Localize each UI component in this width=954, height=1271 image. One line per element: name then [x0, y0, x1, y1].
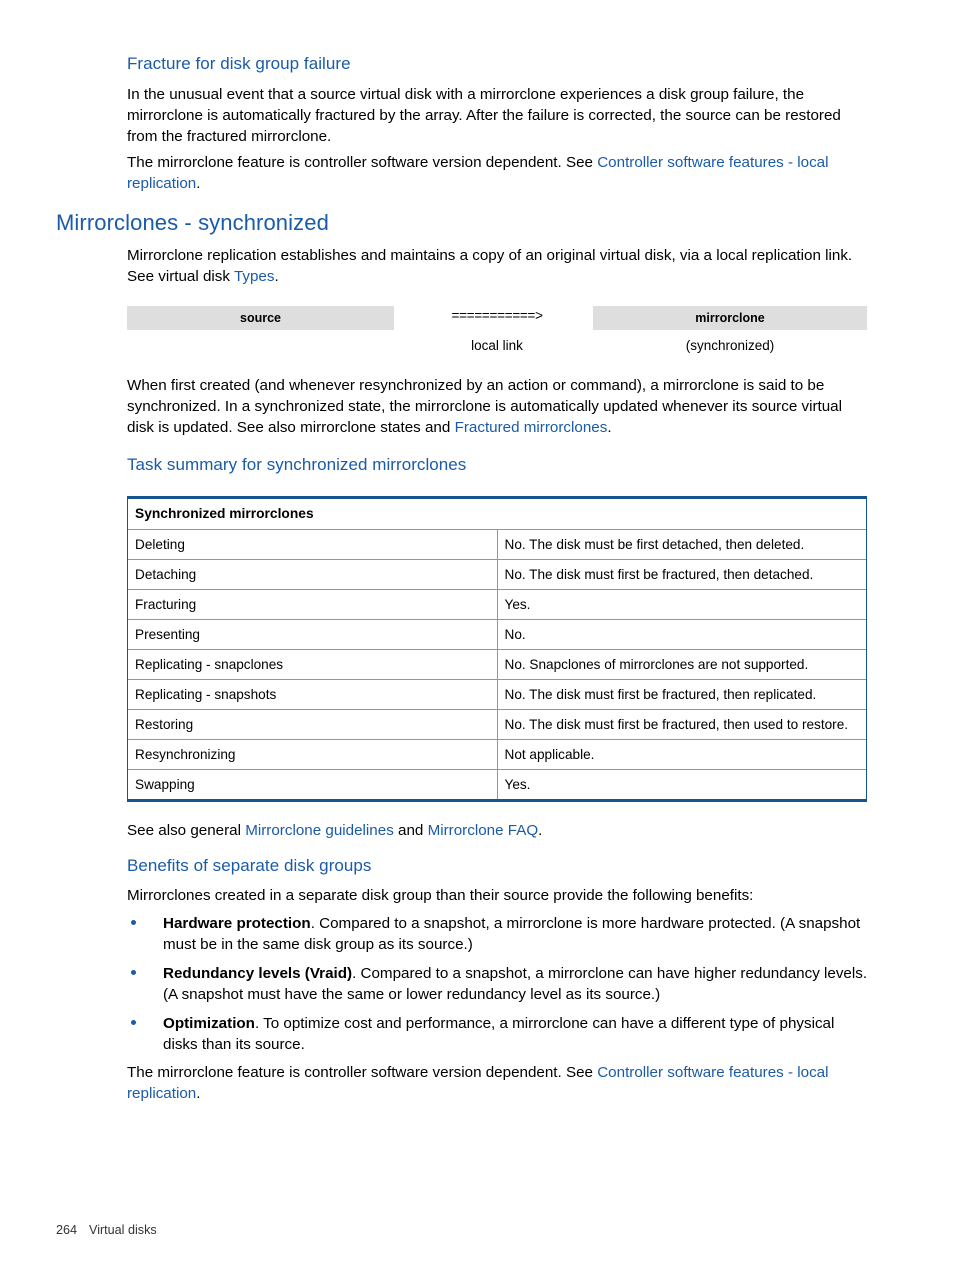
heading-benefits-of-separate-disk-groups: Benefits of separate disk groups — [127, 856, 372, 875]
paragraph-fracture-controller-note: The mirrorclone feature is controller so… — [127, 152, 869, 194]
page-footer: 264 Virtual disks — [56, 1223, 157, 1237]
table-cell-task: Replicating - snapshots — [128, 679, 498, 710]
bullet-dot-icon — [131, 970, 136, 975]
table-cell-task: Detaching — [128, 559, 498, 590]
paragraph-benefits-intro-text: Mirrorclones created in a separate disk … — [127, 887, 754, 904]
paragraph-text-lead: The mirrorclone feature is controller so… — [127, 154, 598, 171]
paragraph-text-trail: . — [196, 175, 201, 192]
table-task-summary: Synchronized mirrorclones Deleting No. Th… — [128, 499, 866, 799]
list-item-term: Hardware protection — [163, 915, 311, 932]
table-row: Replicating - snapshots No. The disk must… — [128, 679, 866, 710]
table-cell-result: No. The disk must first be fractured, th… — [497, 559, 866, 590]
list-item-term: Redundancy levels (Vraid) — [163, 965, 353, 982]
table-row: Deleting No. The disk must be first detac… — [128, 529, 866, 560]
paragraph-text-trail: . — [538, 822, 543, 839]
table-cell-result: Yes. — [497, 589, 866, 620]
paragraph-benefits-controller-note: The mirrorclone feature is controller so… — [127, 1062, 869, 1104]
table-cell-task: Swapping — [128, 769, 498, 799]
paragraph-text-lead: The mirrorclone feature is controller so… — [127, 1064, 598, 1081]
table-task-summary-wrapper: Synchronized mirrorclones Deleting No. Th… — [127, 496, 867, 802]
link-mirrorclone-guidelines[interactable]: Mirrorclone guidelines — [245, 822, 394, 839]
list-item: Optimization. To optimize cost and perfo… — [127, 1013, 869, 1055]
table-cell-task: Fracturing — [128, 589, 498, 620]
link-fractured-mirrorclones[interactable]: Fractured mirrorclones — [455, 419, 608, 436]
table-row: Presenting No. — [128, 619, 866, 650]
list-item-text: . To optimize cost and performance, a mi… — [163, 1015, 835, 1053]
paragraph-text-mid: and — [393, 822, 428, 839]
table-cell-result: Yes. — [504, 776, 531, 792]
table-cell-task: Presenting — [128, 619, 498, 650]
heading-fracture-for-disk-group-failure: Fracture for disk group failure — [127, 54, 351, 73]
table-header-synchronized-mirrorclones: Synchronized mirrorclones — [128, 499, 866, 530]
table-cell-result: No. The disk must first be fractured, th… — [497, 679, 866, 710]
table-row: Swapping Yes. — [128, 769, 866, 799]
table-header-row: Synchronized mirrorclones — [128, 499, 866, 530]
heading-mirrorclones-synchronized: Mirrorclones - synchronized — [56, 210, 329, 235]
paragraph-fracture-description: In the unusual event that a source virtu… — [127, 84, 869, 147]
table-cell-task: Restoring — [128, 709, 498, 740]
bullet-dot-icon — [131, 1020, 136, 1025]
paragraph-text-trail: . — [274, 268, 279, 285]
table-cell-result: No. — [497, 619, 866, 650]
list-item: Redundancy levels (Vraid). Compared to a… — [127, 963, 869, 1005]
table-row: Resynchronizing Not applicable. — [128, 739, 866, 770]
paragraph-fracture-text: In the unusual event that a source virtu… — [127, 86, 841, 145]
table-cell-result: No. Snapclones of mirrorclones are not s… — [497, 649, 866, 680]
paragraph-text-trail: . — [196, 1085, 201, 1102]
paragraph-text-lead: See also general — [127, 822, 246, 839]
diagram-box-mirrorclone: mirrorclone — [593, 306, 867, 330]
table-row: Detaching No. The disk must first be frac… — [128, 559, 866, 590]
list-item: Hardware protection. Compared to a snaps… — [127, 913, 869, 955]
footer-page-number: 264 — [56, 1223, 78, 1237]
link-types[interactable]: Types — [234, 268, 275, 285]
table-cell-result: Not applicable. — [497, 739, 866, 770]
bullet-dot-icon — [131, 920, 136, 925]
table-cell-task: Resynchronizing — [128, 739, 498, 770]
diagram-box-source: source — [127, 306, 394, 330]
table-body: Synchronized mirrorclones — [128, 499, 866, 530]
table-cell-task: Replicating - snapclones — [128, 649, 498, 680]
table-cell-task: Deleting — [128, 529, 498, 560]
link-mirrorclone-faq[interactable]: Mirrorclone FAQ — [428, 822, 539, 839]
diagram-caption-local-link: local link — [471, 338, 523, 353]
paragraph-synchronized-description: When first created (and whenever resynch… — [127, 375, 869, 438]
list-benefits: Hardware protection. Compared to a snaps… — [127, 913, 869, 1063]
table-row: Restoring No. The disk must first be frac… — [128, 709, 866, 740]
list-item-term: Optimization — [163, 1015, 255, 1032]
footer-chapter-title: Virtual disks — [89, 1223, 157, 1237]
table-row: Replicating - snapclones No. Snapclones o… — [128, 649, 866, 680]
paragraph-text-trail: . — [607, 419, 612, 436]
document-page: Fracture for disk group failure In the u… — [0, 0, 954, 1271]
paragraph-mirrorclone-intro: Mirrorclone replication establishes and … — [127, 245, 869, 287]
diagram-mirrorclone-synchronized: source ===========> mirrorclone local li… — [127, 306, 867, 366]
paragraph-benefits-intro: Mirrorclones created in a separate disk … — [127, 885, 869, 906]
table-rows-body: Deleting No. The disk must be first detac… — [128, 529, 866, 799]
diagram-caption-synchronized: (synchronized) — [685, 338, 775, 353]
diagram-arrow-icon: ===========> — [451, 310, 543, 325]
table-cell-result: No. The disk must be first detached, the… — [497, 529, 866, 560]
paragraph-see-also-general: See also general Mirrorclone guidelines … — [127, 820, 869, 841]
table-row: Fracturing Yes. — [128, 589, 866, 620]
heading-task-summary: Task summary for synchronized mirrorclon… — [127, 455, 467, 474]
table-cell-result: No. The disk must first be fractured, th… — [497, 709, 866, 740]
